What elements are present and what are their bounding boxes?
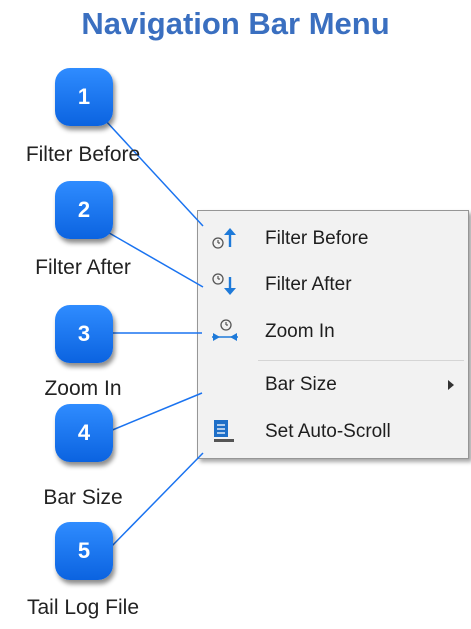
- menu-item-zoom-in[interactable]: Zoom In: [198, 310, 468, 354]
- menu-item-label: Zoom In: [265, 321, 335, 342]
- auto-scroll-icon: [214, 420, 234, 442]
- clock-up-arrow-icon: [212, 228, 236, 249]
- menu-item-filter-after[interactable]: Filter After: [198, 263, 468, 307]
- callout-label-3: Zoom In: [44, 377, 122, 400]
- clock-down-arrow-icon: [212, 273, 236, 295]
- submenu-arrow-icon: [448, 380, 454, 390]
- callout-badge-3: 3: [55, 305, 113, 363]
- callout-label-1: Filter Before: [25, 143, 141, 166]
- navigation-bar-context-menu: Filter Before Filter After Zoom In Bar S…: [197, 210, 469, 459]
- menu-item-label: Filter After: [265, 274, 352, 295]
- callout-label-4: Bar Size: [43, 486, 123, 509]
- connector-5: [109, 452, 204, 549]
- menu-item-label: Filter Before: [265, 228, 369, 249]
- menu-item-label: Set Auto-Scroll: [265, 421, 391, 442]
- callout-badge-4: 4: [55, 404, 113, 462]
- page-title: Navigation Bar Menu: [81, 6, 390, 41]
- callout-badge-5: 5: [55, 522, 113, 580]
- callout-badge-2: 2: [55, 181, 113, 239]
- menu-item-label: Bar Size: [265, 374, 337, 395]
- connector-1: [104, 119, 204, 227]
- callout-badge-1: 1: [55, 68, 113, 126]
- clock-zoom-icon: [212, 319, 238, 341]
- menu-item-bar-size[interactable]: Bar Size: [198, 363, 468, 407]
- menu-item-set-auto-scroll[interactable]: Set Auto-Scroll: [198, 410, 468, 454]
- menu-item-filter-before[interactable]: Filter Before: [198, 217, 468, 261]
- callout-label-2: Filter After: [35, 256, 131, 279]
- callout-label-5: Tail Log File: [26, 596, 140, 619]
- connector-4: [109, 392, 203, 432]
- menu-separator: [258, 360, 464, 361]
